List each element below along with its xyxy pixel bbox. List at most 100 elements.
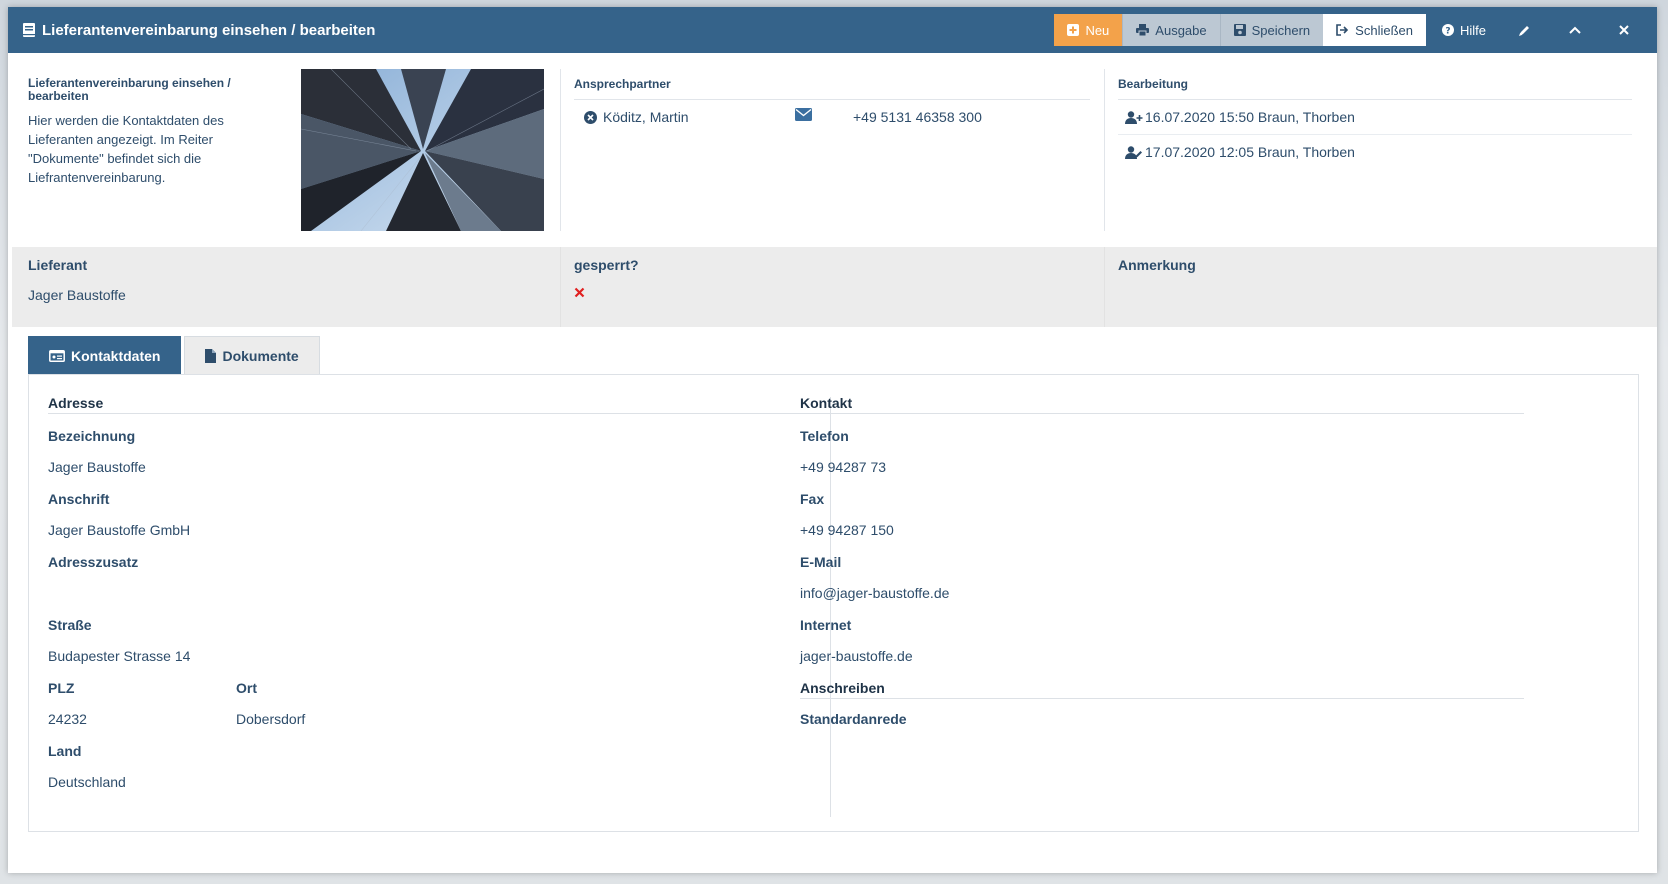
ansprechpartner-label: Ansprechpartner	[574, 77, 1090, 100]
ansprechpartner-panel: Ansprechpartner Köditz, Martin +49 5131 …	[574, 77, 1090, 134]
bearbeitung-label: Bearbeitung	[1118, 77, 1632, 100]
file-icon	[205, 349, 217, 363]
adresse-section: Adresse Bezeichnung Jager Baustoffe Ansc…	[48, 395, 814, 792]
gesperrt-field: gesperrt?	[574, 257, 639, 301]
close-button[interactable]	[1603, 14, 1657, 46]
bezeichnung-value: Jager Baustoffe	[48, 459, 146, 475]
neu-button[interactable]: Neu	[1054, 14, 1123, 46]
internet-label: Internet	[800, 617, 852, 633]
plus-square-icon	[1067, 24, 1080, 36]
email-contact-button[interactable]	[795, 107, 853, 121]
fax-value: +49 94287 150	[800, 522, 894, 538]
envelope-icon	[795, 107, 812, 121]
lieferant-value: Jager Baustoffe	[28, 287, 126, 303]
gesperrt-value	[574, 285, 639, 301]
schliessen-button[interactable]: Schließen	[1323, 14, 1426, 46]
divider	[560, 69, 561, 231]
cross-icon	[574, 287, 585, 298]
chevron-up-icon	[1569, 26, 1581, 34]
times-circle-icon	[584, 110, 597, 124]
ort-label: Ort	[236, 680, 257, 696]
save-icon	[1233, 24, 1246, 36]
user-edit-icon	[1125, 145, 1142, 159]
title-bar: Lieferantenvereinbarung einsehen / bearb…	[8, 7, 1657, 53]
skyscraper-image	[301, 69, 544, 231]
divider	[1104, 247, 1105, 327]
edit-button[interactable]	[1502, 14, 1553, 46]
speichern-button[interactable]: Speichern	[1219, 14, 1324, 46]
bezeichnung-field: Bezeichnung Jager Baustoffe	[48, 428, 814, 477]
telefon-value: +49 94287 73	[800, 459, 887, 475]
kontakt-heading: Kontakt	[800, 395, 1524, 414]
internet-value[interactable]: jager-baustoffe.de	[800, 648, 1524, 666]
id-card-icon	[49, 350, 65, 362]
adresszusatz-field: Adresszusatz	[48, 554, 814, 603]
speichern-label: Speichern	[1251, 22, 1311, 38]
kontaktdaten-panel: Adresse Bezeichnung Jager Baustoffe Ansc…	[28, 374, 1639, 832]
window-title: Lieferantenvereinbarung einsehen / bearb…	[8, 22, 375, 39]
intro: Lieferantenvereinbarung einsehen / bearb…	[28, 77, 253, 187]
plz-field: PLZ 24232	[48, 680, 236, 729]
window-title-text: Lieferantenvereinbarung einsehen / bearb…	[42, 21, 376, 39]
plz-ort-row: PLZ 24232 Ort Dobersdorf	[48, 666, 814, 729]
sign-out-icon	[1336, 24, 1349, 36]
toolbar: Neu Ausgabe Speichern Schließen ? Hilfe	[1054, 7, 1657, 53]
hilfe-label: Hilfe	[1459, 22, 1486, 38]
summary-bar: Lieferant Jager Baustoffe gesperrt? Anme…	[12, 247, 1657, 327]
anschrift-label: Anschrift	[48, 491, 110, 507]
ort-field: Ort Dobersdorf	[236, 680, 305, 729]
tab-kontaktdaten[interactable]: Kontaktdaten	[28, 336, 182, 375]
strasse-field: Straße Budapester Strasse 14	[48, 617, 814, 666]
divider	[560, 247, 561, 327]
close-icon	[1619, 25, 1629, 35]
kontakt-section: Kontakt Telefon +49 94287 73 Fax +49 942…	[800, 395, 1524, 760]
adresszusatz-value	[48, 585, 814, 603]
bearbeitung-panel: Bearbeitung 16.07.2020 15:50 Braun, Thor…	[1118, 77, 1632, 169]
contact-phone: +49 5131 46358 300	[853, 109, 982, 125]
strasse-label: Straße	[48, 617, 92, 633]
remove-contact-button[interactable]	[584, 110, 603, 124]
email-value[interactable]: info@jager-baustoffe.de	[800, 585, 1524, 603]
ausgabe-label: Ausgabe	[1155, 22, 1207, 38]
anschreiben-heading: Anschreiben	[800, 680, 1524, 699]
tab-kontaktdaten-label: Kontaktdaten	[71, 348, 161, 364]
standardanrede-value	[800, 742, 1524, 760]
header-section: Lieferantenvereinbarung einsehen / bearb…	[8, 53, 1657, 233]
ort-value: Dobersdorf	[236, 711, 306, 727]
divider	[1104, 69, 1105, 231]
question-circle-icon: ?	[1441, 24, 1454, 36]
intro-text: Hier werden die Kontaktdaten des Liefera…	[28, 113, 224, 185]
adresse-heading: Adresse	[48, 395, 814, 414]
tab-dokumente-label: Dokumente	[222, 348, 299, 364]
book-icon	[23, 23, 35, 37]
created-info: 16.07.2020 15:50 Braun, Thorben	[1145, 109, 1355, 125]
intro-heading: Lieferantenvereinbarung einsehen / bearb…	[28, 76, 231, 103]
contact-name: Köditz, Martin	[603, 109, 689, 125]
fax-label: Fax	[800, 491, 825, 507]
tab-bar: Kontaktdaten Dokumente	[28, 336, 323, 375]
created-row: 16.07.2020 15:50 Braun, Thorben	[1118, 100, 1632, 135]
gesperrt-label: gesperrt?	[574, 257, 639, 273]
telefon-label: Telefon	[800, 428, 849, 444]
contact-row: Köditz, Martin +49 5131 46358 300	[574, 100, 1090, 134]
schliessen-label: Schließen	[1355, 22, 1413, 38]
plz-value: 24232	[48, 711, 87, 727]
pencil-icon	[1519, 25, 1529, 36]
collapse-button[interactable]	[1553, 14, 1603, 46]
edited-info: 17.07.2020 12:05 Braun, Thorben	[1145, 144, 1355, 160]
ausgabe-button[interactable]: Ausgabe	[1122, 14, 1220, 46]
plz-label: PLZ	[48, 680, 75, 696]
fax-field: Fax +49 94287 150	[800, 491, 1524, 540]
telefon-field: Telefon +49 94287 73	[800, 428, 1524, 477]
adresszusatz-label: Adresszusatz	[48, 554, 139, 570]
user-plus-icon	[1125, 110, 1143, 124]
header-image	[301, 69, 544, 231]
anschrift-field: Anschrift Jager Baustoffe GmbH	[48, 491, 814, 540]
window: Lieferantenvereinbarung einsehen / bearb…	[8, 7, 1657, 873]
land-value: Deutschland	[48, 774, 126, 790]
lieferant-field: Lieferant Jager Baustoffe	[28, 257, 126, 303]
tab-dokumente[interactable]: Dokumente	[184, 336, 320, 375]
email-label: E-Mail	[800, 554, 842, 570]
lieferant-label: Lieferant	[28, 257, 88, 273]
hilfe-button[interactable]: ? Hilfe	[1426, 14, 1502, 46]
